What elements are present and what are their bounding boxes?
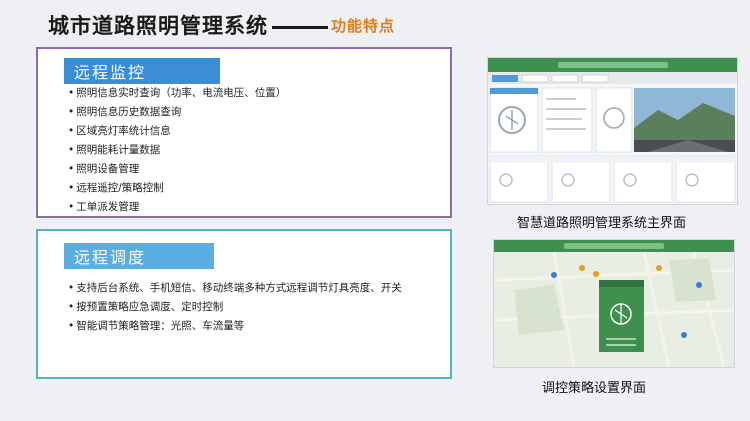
remote-dispatch-list: 支持后台系统、手机短信、移动终端多种方式远程调节灯具亮度、开关 按预置策略应急调… <box>68 279 402 336</box>
list-item: 远程遥控/策略控制 <box>68 179 286 198</box>
list-item: 智能调节策略管理：光照、车流量等 <box>68 317 402 336</box>
list-item: 支持后台系统、手机短信、移动终端多种方式远程调节灯具亮度、开关 <box>68 279 402 298</box>
title-dash <box>272 25 328 29</box>
strategy-interface-mockup <box>494 240 734 367</box>
list-item: 区域亮灯率统计信息 <box>68 122 286 141</box>
title-text: 城市道路照明管理系统 <box>48 14 268 38</box>
list-item: 按预置策略应急调度、定时控制 <box>68 298 402 317</box>
main-interface-mockup <box>488 58 737 203</box>
list-item: 照明信息实时查询（功率、电流电压、位置） <box>68 84 286 103</box>
remote-monitoring-panel: 远程监控 照明信息实时查询（功率、电流电压、位置） 照明信息历史数据查询 区域亮… <box>36 47 452 218</box>
main-interface-caption: 智慧道路照明管理系统主界面 <box>517 216 687 231</box>
strategy-interface-caption: 调控策略设置界面 <box>542 381 647 396</box>
main-interface-screenshot <box>487 57 738 205</box>
subtitle-text: 功能特点 <box>331 17 396 35</box>
list-item: 照明能耗计量数据 <box>68 141 286 160</box>
list-item: 工单派发管理 <box>68 198 286 217</box>
strategy-interface-screenshot <box>493 239 735 368</box>
list-item: 照明信息历史数据查询 <box>68 103 286 122</box>
page-title: 城市道路照明管理系统 功能特点 <box>48 10 395 40</box>
remote-dispatch-panel: 远程调度 支持后台系统、手机短信、移动终端多种方式远程调节灯具亮度、开关 按预置… <box>36 229 452 379</box>
list-item: 照明设备管理 <box>68 160 286 179</box>
remote-monitoring-tag: 远程监控 <box>64 58 220 84</box>
remote-monitoring-list: 照明信息实时查询（功率、电流电压、位置） 照明信息历史数据查询 区域亮灯率统计信… <box>68 84 286 217</box>
remote-dispatch-tag: 远程调度 <box>64 243 214 269</box>
